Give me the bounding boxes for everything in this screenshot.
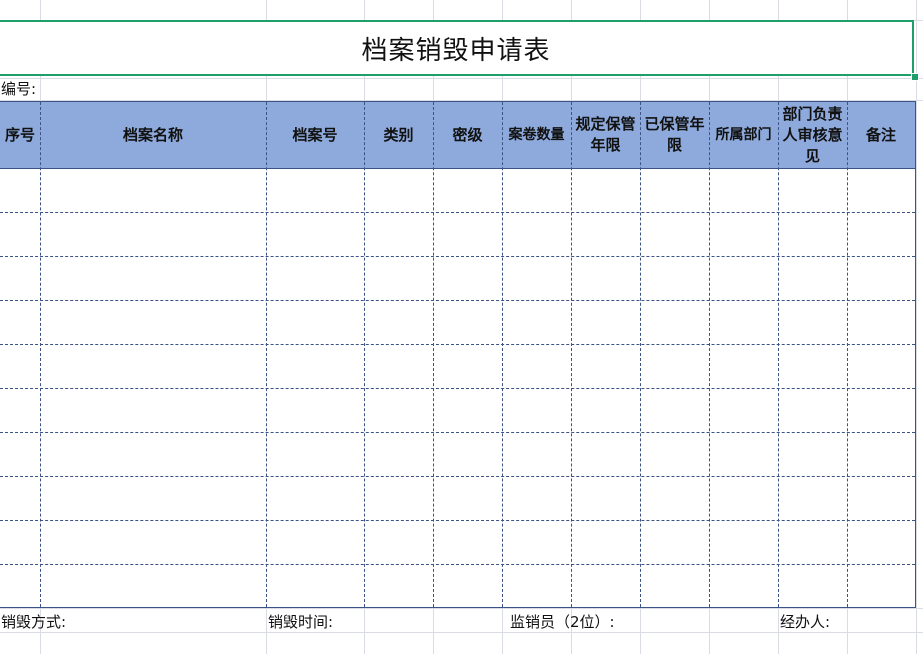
table-column-separator xyxy=(571,102,572,607)
table-row[interactable] xyxy=(0,564,915,565)
form-title: 档案销毁申请表 xyxy=(361,35,551,66)
table-column-separator xyxy=(502,102,503,607)
header-volume-count: 案卷数量 xyxy=(508,126,565,143)
header-required-retention: 规定保管年限 xyxy=(575,115,636,154)
footer-method-label: 销毁方式: xyxy=(1,613,67,631)
header-remarks: 备注 xyxy=(865,125,896,144)
header-seq: 序号 xyxy=(4,125,35,144)
table-column-separator xyxy=(364,102,365,607)
table-column-separator xyxy=(847,102,848,607)
table-row[interactable] xyxy=(0,344,915,345)
header-dept-head-opinion: 部门负责人审核意见 xyxy=(782,104,843,165)
form-title-cell[interactable]: 档案销毁申请表 xyxy=(0,20,914,76)
table-row[interactable] xyxy=(0,476,915,477)
footer-supervisor-label: 监销员（2位）: xyxy=(510,613,615,631)
table-row[interactable] xyxy=(0,256,915,257)
header-archive-no: 档案号 xyxy=(292,125,338,144)
table-row[interactable] xyxy=(0,520,915,521)
table-row[interactable] xyxy=(0,168,915,169)
table-row[interactable] xyxy=(0,432,915,433)
table-column-separator xyxy=(433,102,434,607)
footer-time-label: 销毁时间: xyxy=(268,613,334,631)
header-department: 所属部门 xyxy=(715,126,772,143)
table-column-separator xyxy=(266,102,267,607)
number-label: 编号: xyxy=(1,80,37,98)
table-column-separator xyxy=(778,102,779,607)
table-row[interactable] xyxy=(0,388,915,389)
gridline-vertical xyxy=(916,0,917,654)
fill-handle[interactable] xyxy=(911,73,919,81)
header-retained-years: 已保管年限 xyxy=(644,115,705,154)
footer-handler-label: 经办人: xyxy=(780,613,831,631)
header-secret-level: 密级 xyxy=(452,125,483,144)
gridline-horizontal xyxy=(0,78,923,79)
table-column-separator xyxy=(40,102,41,607)
gridline-horizontal xyxy=(0,632,923,633)
table-column-separator xyxy=(709,102,710,607)
table-row[interactable] xyxy=(0,212,915,213)
table-column-separator xyxy=(640,102,641,607)
table-row[interactable] xyxy=(0,300,915,301)
gridline-horizontal xyxy=(0,608,923,609)
archive-destruction-table: 序号 档案名称 档案号 类别 密级 案卷数量 规定保管年限 已保管年限 所属部门… xyxy=(0,101,916,608)
header-category: 类别 xyxy=(383,125,414,144)
header-archive-name: 档案名称 xyxy=(122,125,183,144)
